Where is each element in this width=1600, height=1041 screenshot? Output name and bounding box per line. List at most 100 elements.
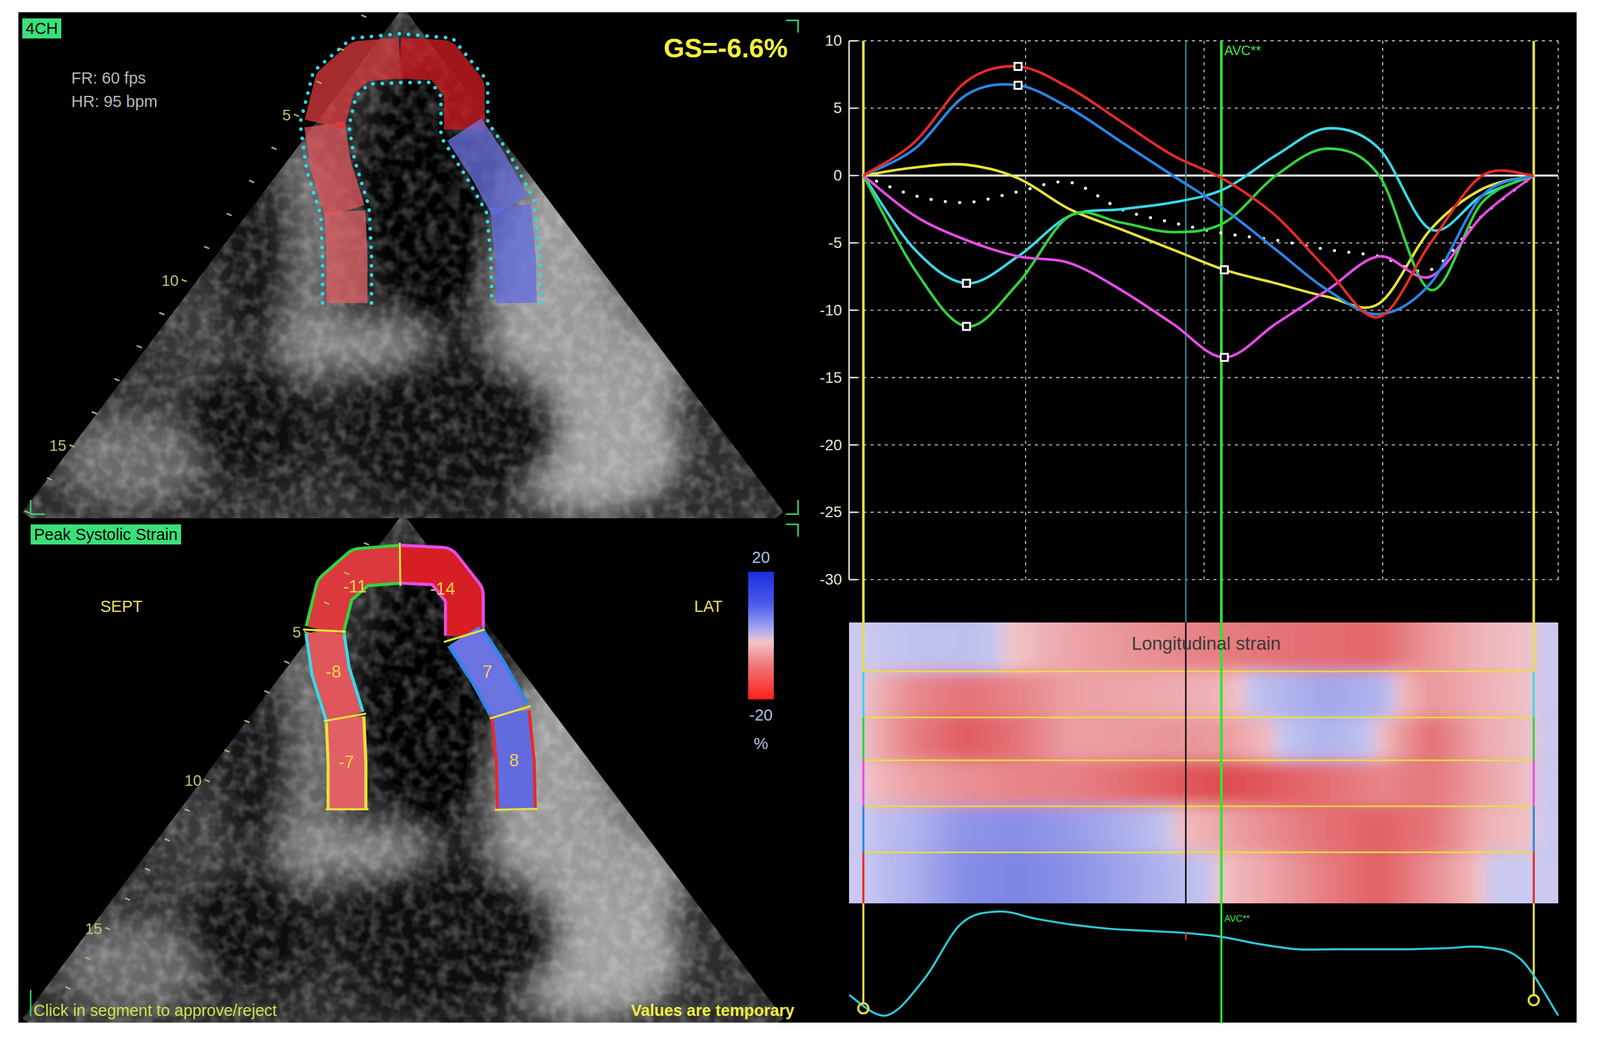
frame-cursor[interactable] <box>1184 622 1187 904</box>
peak-marker[interactable] <box>962 322 970 330</box>
y-tick: 5 <box>833 99 842 117</box>
y-tick: 0 <box>833 166 842 184</box>
heart-rate: HR: 95 bpm <box>71 89 158 114</box>
y-tick: -20 <box>820 436 843 454</box>
peak-marker[interactable] <box>1014 81 1022 90</box>
corner-bracket <box>30 989 32 1017</box>
strain-color-map[interactable]: Longitudinal strain <box>801 622 1577 904</box>
panel-label: Peak Systolic Strain <box>30 524 182 545</box>
depth-tick: 10 <box>184 771 202 789</box>
y-tick: -5 <box>828 233 842 252</box>
segment-value: -11 <box>343 576 368 597</box>
scale-bar <box>748 571 774 700</box>
segment-strain-curve <box>863 164 1534 309</box>
corner-bracket <box>30 499 46 515</box>
avc-marker[interactable] <box>1220 622 1223 904</box>
peak-marker[interactable] <box>962 279 970 287</box>
workspace: 5 10 15 4CH FR: 60 fpsHR: 95 bpm GS=-6.6% -7 -8… <box>18 12 1577 1023</box>
app: 5 10 15 4CH FR: 60 fpsHR: 95 bpm GS=-6.6% -7 -8… <box>0 0 1600 1041</box>
cycle-start-line[interactable] <box>861 40 865 623</box>
segment-strain-curve <box>863 128 1534 284</box>
segment-strain-curve <box>863 175 1534 358</box>
segment-outlines <box>324 563 517 809</box>
y-tick: -15 <box>820 368 843 387</box>
avc-marker[interactable] <box>1220 903 1223 1023</box>
corner-bracket <box>786 499 799 515</box>
segment-value: 8 <box>509 750 519 770</box>
depth-scale: 5 10 15 <box>24 15 367 513</box>
avc-label: AVC** <box>1224 913 1251 924</box>
frame-rate: FR: 60 fps <box>71 66 158 90</box>
lateral-label: LAT <box>694 594 723 619</box>
map-title: Longitudinal strain <box>1131 632 1281 654</box>
depth-tick: 15 <box>85 919 103 938</box>
echo-image[interactable]: 5 10 15 <box>18 12 802 519</box>
segment-boundary <box>323 713 367 721</box>
y-tick: 10 <box>825 31 843 50</box>
epicardial-contour[interactable] <box>348 82 492 304</box>
segment-value: 7 <box>482 661 492 682</box>
depth-tick: 5 <box>292 623 301 641</box>
segment-row-divider <box>863 851 1534 853</box>
myocardial-segment[interactable] <box>464 635 511 712</box>
cycle-end-handle[interactable] <box>1528 994 1539 1006</box>
corner-bracket <box>786 524 799 537</box>
segment-boundary <box>303 629 346 632</box>
depth-tick: 15 <box>49 436 67 455</box>
segment-map[interactable]: -7 -8 -11 -14 7 8 5 10 15 <box>18 518 802 1023</box>
y-tick: -30 <box>820 570 843 588</box>
segment-strain-panel: -7 -8 -11 -14 7 8 5 10 15 Peak Systolic Strain SEP… <box>18 518 802 1023</box>
scale-min: -20 <box>749 704 773 725</box>
view-label: 4CH <box>22 18 62 39</box>
approve-hint: Click in segment to approve/reject <box>33 1000 277 1021</box>
segment-value: -14 <box>430 578 456 599</box>
endocardial-contour[interactable] <box>300 33 541 303</box>
segment-boundary <box>489 705 531 719</box>
strain-curve-chart[interactable]: 1050-5-10-15-20-25-30AVC** <box>801 12 1577 623</box>
image-column: 5 10 15 4CH FR: 60 fpsHR: 95 bpm GS=-6.6% -7 -8… <box>18 12 802 1023</box>
segment-row-divider <box>863 759 1534 762</box>
segment-row-divider <box>863 805 1534 808</box>
segment-strain-curve <box>863 66 1534 318</box>
scale-unit: % <box>753 733 769 754</box>
y-tick: -25 <box>820 503 843 521</box>
scale-max: 20 <box>752 547 770 568</box>
chart-grid: 10 5 0 -5 -10 -15 -20 -25 -30 <box>820 31 1559 588</box>
echo-view-panel: 5 10 15 4CH FR: 60 fpsHR: 95 bpm GS=-6.6% <box>18 12 802 519</box>
color-scale: 20 -20% <box>740 547 782 754</box>
peak-marker[interactable] <box>1014 62 1022 71</box>
myocardial-segment[interactable] <box>400 563 465 636</box>
y-tick: -10 <box>820 301 843 319</box>
peak-marker[interactable] <box>1220 266 1228 274</box>
acquisition-info: FR: 60 fpsHR: 95 bpm <box>71 66 158 114</box>
frame-tick <box>1184 931 1187 940</box>
segment-boundary <box>398 542 402 586</box>
segment-row-divider <box>863 716 1534 719</box>
ecg-wave <box>849 910 1559 1016</box>
frame-cursor[interactable] <box>1184 40 1187 623</box>
cycle-end-line[interactable] <box>1532 40 1536 623</box>
segment-strain-curve <box>863 84 1534 315</box>
corner-bracket <box>786 20 799 33</box>
depth-tick: 5 <box>282 106 291 124</box>
avc-marker[interactable] <box>1220 40 1223 623</box>
depth-scale: 5 10 15 <box>65 542 369 989</box>
septal-label: SEPT <box>100 594 143 619</box>
depth-tick: 10 <box>161 271 179 290</box>
ultrasound-image <box>18 12 802 519</box>
strain-overlay <box>324 57 517 303</box>
peak-marker[interactable] <box>1220 353 1228 362</box>
myocardial-segment[interactable] <box>324 630 346 718</box>
global-strain: GS=-6.6% <box>663 32 788 65</box>
cycle-start-handle[interactable] <box>858 1002 869 1013</box>
ultrasound-image <box>18 518 802 1023</box>
segment-value: -7 <box>338 752 355 772</box>
segment-boundary <box>325 807 369 811</box>
myocardial-segment[interactable] <box>324 563 401 631</box>
segment-row-divider <box>863 670 1534 673</box>
analysis-column: 10 5 0 -5 -10 -15 -20 -25 -30 AVC** Longitudinal s… <box>801 12 1577 1023</box>
ecg-trace: AVC** <box>801 903 1577 1023</box>
segment-boundary <box>444 628 486 642</box>
segment-value: -8 <box>325 661 342 682</box>
average-strain-curve <box>863 175 1534 272</box>
